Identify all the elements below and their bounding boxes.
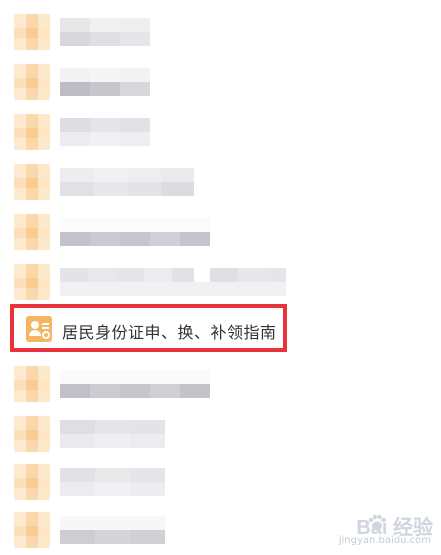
- list-item[interactable]: [0, 108, 441, 156]
- blurred-text: [60, 468, 165, 496]
- blurred-text: [60, 420, 165, 448]
- item-icon: [14, 114, 50, 150]
- item-icon: [14, 464, 50, 500]
- watermark-url: jingyan.baidu.com: [338, 535, 431, 546]
- item-icon: [14, 14, 50, 50]
- watermark: Bai 经验 jingyan.baidu.com: [325, 507, 435, 551]
- blurred-text: [60, 118, 150, 146]
- item-icon: [14, 512, 50, 548]
- item-icon: [14, 164, 50, 200]
- blurred-text: [60, 370, 210, 398]
- blurred-text: [60, 18, 150, 46]
- blurred-text: [60, 268, 286, 296]
- list-item[interactable]: [0, 258, 441, 306]
- id-card-icon: [26, 316, 52, 342]
- item-icon: [14, 366, 50, 402]
- item-icon: [14, 64, 50, 100]
- list-item[interactable]: [0, 58, 441, 106]
- item-icon: [14, 264, 50, 300]
- item-icon: [14, 214, 50, 250]
- list-item[interactable]: [0, 458, 441, 506]
- blurred-text: [60, 168, 194, 196]
- list-item[interactable]: [0, 8, 441, 56]
- item-icon: [14, 416, 50, 452]
- list-item[interactable]: [0, 158, 441, 206]
- service-list: 居民身份证申、换、补领指南 Bai 经验 jingyan.baidu.com: [0, 0, 441, 555]
- item-label: 居民身份证申、换、补领指南: [62, 323, 277, 342]
- list-item[interactable]: [0, 410, 441, 458]
- list-item[interactable]: [0, 360, 441, 408]
- blurred-text: [60, 218, 210, 246]
- highlighted-list-item[interactable]: 居民身份证申、换、补领指南: [10, 304, 287, 352]
- list-item[interactable]: [0, 208, 441, 256]
- blurred-text: [60, 68, 150, 96]
- blurred-text: [60, 516, 165, 544]
